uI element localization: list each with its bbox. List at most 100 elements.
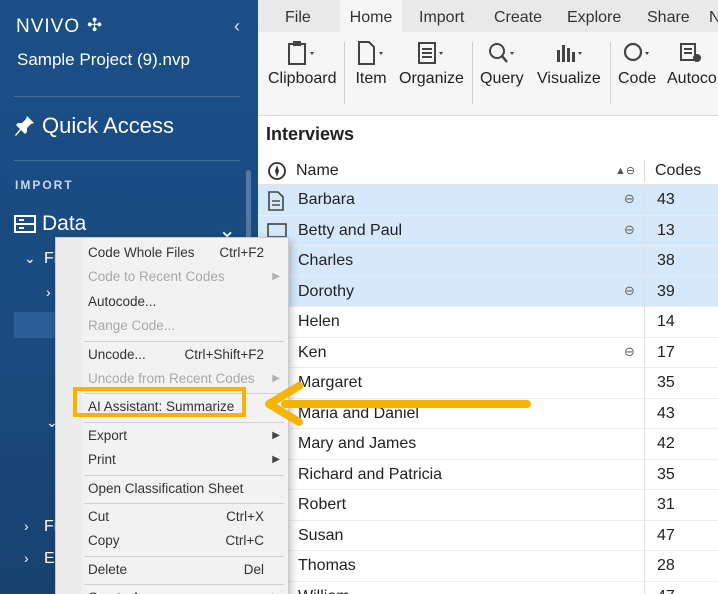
row-name: Helen xyxy=(298,313,340,330)
row-name: Robert xyxy=(298,496,347,513)
table-row[interactable]: William 47 xyxy=(258,581,718,594)
menu-item-copy[interactable]: Copy Ctrl+C xyxy=(56,529,288,553)
menu-item-shortcut: Ctrl+X xyxy=(226,509,264,524)
query-label: Query xyxy=(480,70,524,87)
table-row[interactable]: Helen 14 xyxy=(258,307,718,338)
column-divider xyxy=(644,307,645,337)
visualize-button[interactable]: Visualize xyxy=(537,40,601,88)
table-row[interactable]: Barbara ⊖ 43 xyxy=(258,185,718,216)
menu-separator xyxy=(84,503,284,504)
table-row[interactable]: Mary and James 42 xyxy=(258,429,718,460)
row-name: Charles xyxy=(298,252,354,269)
quick-access-label: Quick Access xyxy=(42,113,175,138)
table-row[interactable]: Richard and Patricia 35 xyxy=(258,459,718,490)
submenu-arrow-icon: ▶ xyxy=(272,271,280,283)
organize-label: Organize xyxy=(399,70,464,87)
menu-item-print[interactable]: Print ▶ xyxy=(56,448,288,472)
row-name: Mary and James xyxy=(298,435,417,452)
query-icon xyxy=(488,43,514,63)
tab-import[interactable]: Import xyxy=(419,0,464,32)
chevron-right-icon[interactable]: › xyxy=(24,550,29,566)
ribbon-toolbar: Clipboard Item Organize Query Visualize … xyxy=(258,32,718,116)
column-header-codes[interactable]: Codes xyxy=(655,162,701,180)
menu-item-code-to-recent-codes[interactable]: Code to Recent Codes ▶ xyxy=(56,265,288,289)
row-name: Thomas xyxy=(298,557,356,574)
tab-share[interactable]: Share xyxy=(647,0,690,32)
selected-tree-item[interactable] xyxy=(14,312,58,338)
menu-separator xyxy=(84,340,284,342)
item-button[interactable]: Item xyxy=(354,40,388,88)
table-row[interactable]: Ken ⊖ 17 xyxy=(258,337,718,368)
table-row[interactable]: Susan 47 xyxy=(258,520,718,551)
menu-item-delete[interactable]: Delete Del xyxy=(56,558,288,582)
menu-item-create-as[interactable]: Create As ▶ xyxy=(56,586,288,594)
row-codes: 43 xyxy=(657,404,675,422)
quick-access-item[interactable]: Quick Access xyxy=(14,113,174,139)
code-label: Code xyxy=(618,70,657,87)
autocode-button[interactable]: Autoco xyxy=(667,40,717,88)
query-button[interactable]: Query xyxy=(480,40,524,88)
tab-file[interactable]: File xyxy=(285,0,311,32)
row-name: Richard and Patricia xyxy=(298,465,443,483)
menu-item-shortcut: Ctrl+C xyxy=(225,533,264,549)
import-section-label: IMPORT xyxy=(15,178,74,192)
chevron-down-icon[interactable]: ⌄ xyxy=(24,250,36,267)
autocode-icon xyxy=(679,43,701,62)
menu-item-uncode[interactable]: Uncode... Ctrl+Shift+F2 xyxy=(56,343,288,367)
menu-item-label: Print xyxy=(88,452,116,468)
row-name: Barbara xyxy=(298,191,355,208)
row-codes: 39 xyxy=(657,282,675,300)
column-divider xyxy=(644,276,645,306)
column-divider xyxy=(644,581,645,594)
link-icon: ⊖ xyxy=(624,221,635,237)
sort-link-icon[interactable]: ▲⊖ xyxy=(615,164,635,177)
menu-item-export[interactable]: Export ▶ xyxy=(56,424,288,448)
table-row[interactable]: Thomas 28 xyxy=(258,551,718,582)
column-divider[interactable] xyxy=(644,160,645,182)
chevron-right-icon[interactable]: › xyxy=(24,518,29,534)
list-header: Name ▲⊖ Codes xyxy=(258,156,718,185)
row-codes: 43 xyxy=(657,191,675,208)
table-row[interactable]: Dorothy ⊖ 39 xyxy=(258,276,718,307)
menu-item-open-classification-sheet[interactable]: Open Classification Sheet xyxy=(56,477,288,501)
row-codes: 35 xyxy=(657,374,675,391)
tab-more[interactable]: N xyxy=(709,0,718,32)
clipboard-button[interactable]: Clipboard xyxy=(268,40,336,88)
menu-item-cut[interactable]: Cut Ctrl+X xyxy=(56,505,288,529)
column-header-name[interactable]: Name xyxy=(296,162,339,180)
project-name: Sample Project (9).nvp xyxy=(17,50,190,69)
column-divider xyxy=(644,520,645,550)
item-label: Item xyxy=(355,70,387,87)
menu-item-code-whole-files[interactable]: Code Whole Files Ctrl+F2 xyxy=(56,241,288,265)
menu-item-shortcut: Del xyxy=(243,561,264,577)
row-codes: 47 xyxy=(657,526,675,544)
menu-item-range-code[interactable]: Range Code... xyxy=(56,314,288,338)
tab-home[interactable]: Home xyxy=(340,0,402,32)
table-row[interactable]: Charles 38 xyxy=(258,246,718,277)
collapse-sidebar-button[interactable]: ‹ xyxy=(234,16,240,37)
tab-create[interactable]: Create xyxy=(494,0,542,32)
organize-button[interactable]: Organize xyxy=(399,40,464,88)
ribbon-divider xyxy=(610,42,611,104)
link-icon: ⊖ xyxy=(624,282,635,298)
tab-explore[interactable]: Explore xyxy=(567,0,621,32)
chevron-right-icon[interactable]: › xyxy=(46,284,51,300)
menu-separator xyxy=(84,421,284,423)
row-codes: 38 xyxy=(657,252,675,269)
menu-item-label: Code to Recent Codes xyxy=(88,269,225,285)
code-button[interactable]: Code xyxy=(618,40,656,88)
ribbon-tabs: File Home Import Create Explore Share N xyxy=(258,0,718,32)
menu-item-label: Export xyxy=(88,427,128,443)
menu-item-autocode[interactable]: Autocode... xyxy=(56,290,288,314)
table-row[interactable]: Betty and Paul ⊖ 13 xyxy=(258,215,718,246)
submenu-arrow-icon: ▶ xyxy=(272,586,280,594)
column-divider xyxy=(644,459,645,489)
table-row[interactable]: Robert 31 xyxy=(258,490,718,521)
ribbon-divider xyxy=(472,42,473,104)
menu-item-label: Open Classification Sheet xyxy=(88,480,244,496)
row-codes: 47 xyxy=(657,588,675,594)
menu-item-label: Cut xyxy=(88,509,110,524)
column-divider xyxy=(644,490,645,520)
sidebar-item-data[interactable]: Data ⌄ xyxy=(14,212,242,242)
file-type-column-icon[interactable] xyxy=(267,161,287,181)
